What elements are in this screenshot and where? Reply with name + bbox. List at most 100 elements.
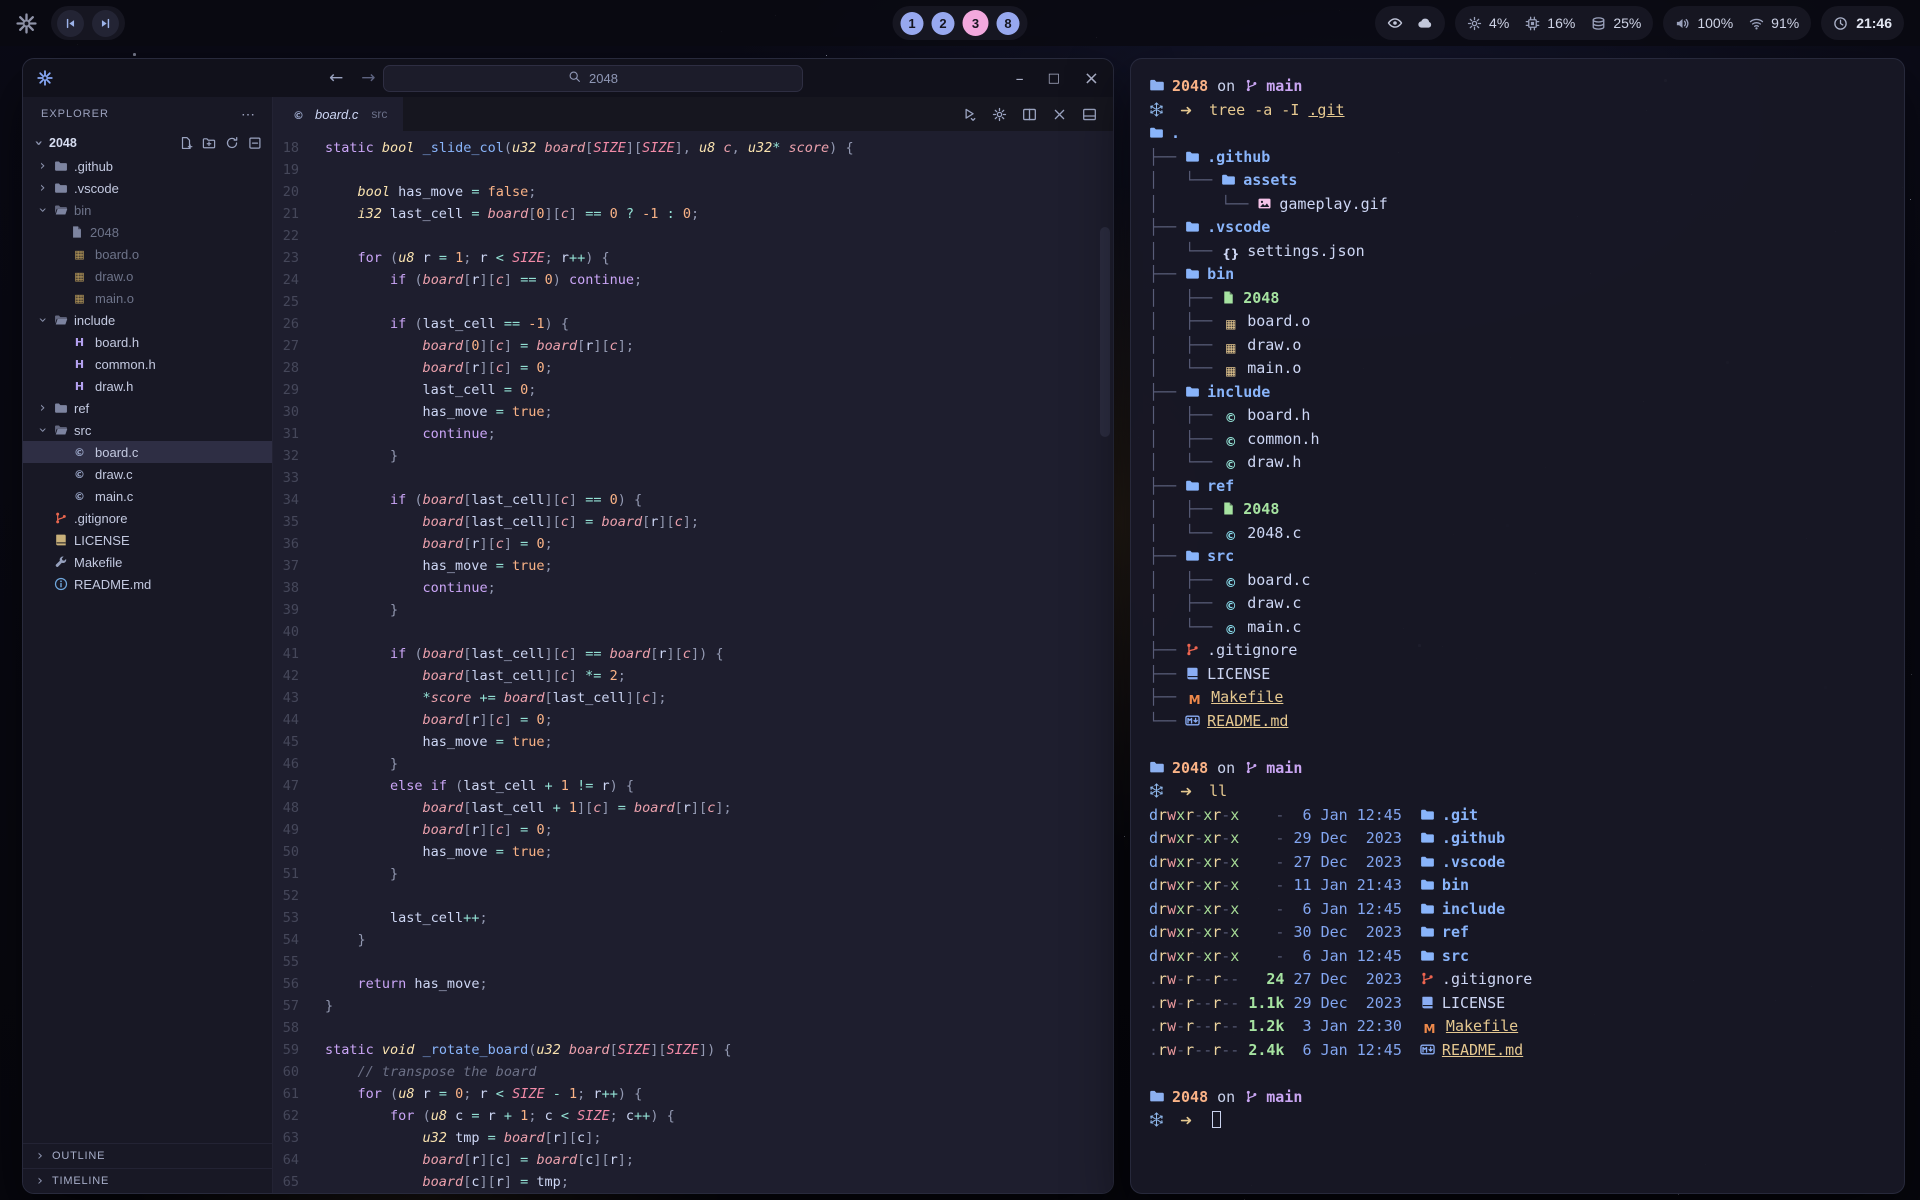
command-center-search[interactable]: 2048 xyxy=(383,65,803,92)
explorer-item-common-h[interactable]: ›Hcommon.h xyxy=(23,353,272,375)
volume-stat[interactable]: 100% xyxy=(1675,15,1733,31)
item-label: common.h xyxy=(95,357,156,372)
explorer-item-draw-o[interactable]: ›▦draw.o xyxy=(23,265,272,287)
outline-section[interactable]: › OUTLINE xyxy=(23,1143,272,1168)
new-file-icon[interactable] xyxy=(179,136,193,150)
code-line: 29 last_cell = 0; xyxy=(273,379,1113,401)
line-number: 20 xyxy=(273,181,325,203)
panel-icon[interactable] xyxy=(1082,107,1097,122)
timeline-section[interactable]: › TIMELINE xyxy=(23,1168,272,1193)
tree-entry: board.c xyxy=(1247,571,1310,589)
arrow-icon xyxy=(1180,785,1193,798)
run-icon[interactable] xyxy=(962,107,977,122)
close-button[interactable]: × xyxy=(1084,68,1099,89)
launcher-icon[interactable] xyxy=(16,13,37,34)
clang-icon: © xyxy=(1221,407,1240,431)
eye-toggle-button[interactable] xyxy=(1387,15,1403,31)
explorer-tree: ›.github›.vscode›bin›2048›▦board.o›▦draw… xyxy=(23,155,272,595)
explorer-item-ref[interactable]: ›ref xyxy=(23,397,272,419)
explorer-item-bin[interactable]: ›bin xyxy=(23,199,272,221)
editor-scrollbar[interactable] xyxy=(1100,227,1110,437)
terminal-line: │ └── gameplay.gif xyxy=(1149,193,1886,217)
explorer-item-main-c[interactable]: ›©main.c xyxy=(23,485,272,507)
explorer-item-include[interactable]: ›include xyxy=(23,309,272,331)
gear-icon[interactable] xyxy=(992,107,1007,122)
workspace-8[interactable]: 8 xyxy=(997,12,1020,35)
arrow-icon xyxy=(1180,104,1193,117)
workspace-2[interactable]: 2 xyxy=(932,12,955,35)
terminal-line: │ ├── 2048 xyxy=(1149,287,1886,311)
code-line: 46 } xyxy=(273,753,1113,775)
explorer-more-icon[interactable]: ⋯ xyxy=(241,106,256,123)
line-number: 25 xyxy=(273,291,325,313)
folder-icon xyxy=(1185,266,1200,281)
explorer-item-vscode[interactable]: ›.vscode xyxy=(23,177,272,199)
tree-entry: .vscode xyxy=(1207,218,1270,236)
explorer-item-readme-md[interactable]: ›README.md xyxy=(23,573,272,595)
search-value: 2048 xyxy=(589,71,618,86)
explorer-item-board-h[interactable]: ›Hboard.h xyxy=(23,331,272,353)
terminal-window[interactable]: 2048 on main tree -a -I .git.├── .github… xyxy=(1130,58,1905,1194)
explorer-item-board-o[interactable]: ›▦board.o xyxy=(23,243,272,265)
workspace-3[interactable]: 3 xyxy=(963,10,989,36)
wifi-stat[interactable]: 91% xyxy=(1749,15,1799,31)
explorer-item-gitignore[interactable]: ›.gitignore xyxy=(23,507,272,529)
folder-icon xyxy=(1185,149,1200,164)
line-number: 29 xyxy=(273,379,325,401)
explorer-item-2048[interactable]: ›2048 xyxy=(23,221,272,243)
split-icon[interactable] xyxy=(1022,107,1037,122)
explorer-title: EXPLORER xyxy=(41,108,109,120)
binary-icon: ▦ xyxy=(1221,313,1240,337)
memory-value: 16% xyxy=(1547,15,1575,31)
code-editor[interactable]: 18static bool _slide_col(u32 board[SIZE]… xyxy=(273,131,1113,1193)
editor-titlebar[interactable]: ← → 2048 – □ × xyxy=(23,59,1113,97)
skip-forward-button[interactable] xyxy=(92,10,119,37)
explorer-item-src[interactable]: ›src xyxy=(23,419,272,441)
explorer-item-draw-c[interactable]: ›©draw.c xyxy=(23,463,272,485)
explorer-item-board-c[interactable]: ›©board.c xyxy=(23,441,272,463)
cpu-stat: 4% xyxy=(1467,15,1509,31)
top-bar: 1238 4%16%25% 100%91% 21:46 xyxy=(0,0,1920,46)
tree-entry: bin xyxy=(1207,265,1234,283)
explorer-item-makefile[interactable]: ›Makefile xyxy=(23,551,272,573)
tree-entry: board.o xyxy=(1247,312,1310,330)
workspace-1[interactable]: 1 xyxy=(901,12,924,35)
explorer-root-folder[interactable]: › 2048 xyxy=(23,131,272,155)
refresh-icon[interactable] xyxy=(225,136,239,150)
nav-forward-button[interactable]: → xyxy=(361,68,375,88)
code-line: 18static bool _slide_col(u32 board[SIZE]… xyxy=(273,137,1113,159)
explorer-item-main-o[interactable]: ›▦main.o xyxy=(23,287,272,309)
terminal-output: 2048 on main tree -a -I .git.├── .github… xyxy=(1149,75,1886,1133)
outline-label: OUTLINE xyxy=(52,1150,105,1162)
terminal-line xyxy=(1149,733,1886,757)
line-number: 37 xyxy=(273,555,325,577)
maximize-button[interactable]: □ xyxy=(1048,68,1060,89)
skip-back-button[interactable] xyxy=(57,10,84,37)
editor-window: ← → 2048 – □ × EXPLORER ⋯ › 2048 ›.githu… xyxy=(22,58,1114,1194)
item-label: src xyxy=(74,423,91,438)
code-line: 23 for (u8 r = 1; r < SIZE; r++) { xyxy=(273,247,1113,269)
line-number: 41 xyxy=(273,643,325,665)
explorer-item-draw-h[interactable]: ›Hdraw.h xyxy=(23,375,272,397)
explorer-item-github[interactable]: ›.github xyxy=(23,155,272,177)
explorer-item-license[interactable]: ›LICENSE xyxy=(23,529,272,551)
ls-entry: Makefile xyxy=(1446,1017,1518,1035)
tree-entry: 2048.c xyxy=(1247,524,1301,542)
terminal-line: drwxr-xr-x - 27 Dec 2023 .vscode xyxy=(1149,851,1886,875)
memory-stat: 16% xyxy=(1525,15,1575,31)
new-folder-icon[interactable] xyxy=(202,136,216,150)
file-icon xyxy=(70,225,84,239)
tree-entry: main.o xyxy=(1247,359,1301,377)
nav-back-button[interactable]: ← xyxy=(329,68,343,88)
code-line: 59static void _rotate_board(u32 board[SI… xyxy=(273,1039,1113,1061)
tab-board-c[interactable]: © board.c src xyxy=(273,97,403,131)
line-number: 45 xyxy=(273,731,325,753)
terminal-line: .rw-r--r-- 1.2k 3 Jan 22:30 MMakefile xyxy=(1149,1015,1886,1039)
speaker-icon xyxy=(1675,16,1690,31)
minimize-button[interactable]: – xyxy=(1016,68,1024,89)
terminal-line: │ └── assets xyxy=(1149,169,1886,193)
ls-entry: .gitignore xyxy=(1442,970,1532,988)
cloud-toggle-button[interactable] xyxy=(1417,15,1433,31)
collapse-all-icon[interactable] xyxy=(248,136,262,150)
close-x-icon[interactable] xyxy=(1052,107,1067,122)
